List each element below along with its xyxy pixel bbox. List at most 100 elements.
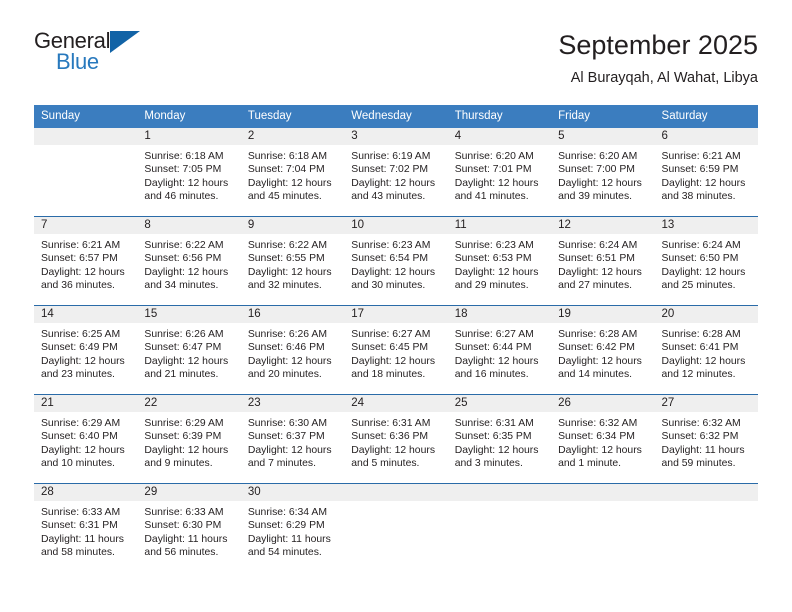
daylight-duration-line2: and 3 minutes. [454, 458, 523, 470]
calendar-day-cell[interactable]: 30 Sunrise: 6:34 AM Sunset: 6:29 PM Dayligh… [240, 483, 345, 572]
weekday-header-friday: Friday [551, 105, 655, 128]
calendar-table: Sunday Monday Tuesday Wednesday Thursday… [34, 105, 758, 572]
day-number [447, 484, 552, 501]
daylight-duration-line1: Daylight: 12 hours [41, 444, 125, 456]
day-number [344, 484, 448, 501]
sunset-time: Sunset: 6:32 PM [661, 431, 739, 443]
calendar-day-cell[interactable]: 28 Sunrise: 6:33 AM Sunset: 6:31 PM Dayligh… [34, 483, 138, 572]
daylight-duration-line2: and 12 minutes. [661, 369, 736, 381]
calendar-day-cell[interactable]: 10 Sunrise: 6:23 AM Sunset: 6:54 PM Dayligh… [344, 216, 448, 306]
general-blue-logo[interactable]: General Blue [34, 28, 154, 82]
calendar-day-cell[interactable]: 11 Sunrise: 6:23 AM Sunset: 6:53 PM Dayligh… [447, 216, 552, 306]
day-cell-content: 6 Sunrise: 6:21 AM Sunset: 6:59 PM Daylight… [654, 128, 758, 216]
sunrise-time: Sunrise: 6:20 AM [558, 151, 638, 162]
calendar-day-cell[interactable]: 25 Sunrise: 6:31 AM Sunset: 6:35 PM Dayligh… [447, 394, 552, 484]
calendar-day-cell[interactable]: 26 Sunrise: 6:32 AM Sunset: 6:34 PM Dayligh… [551, 394, 655, 484]
sunset-time: Sunset: 6:42 PM [558, 342, 635, 354]
daylight-duration-line1: Daylight: 12 hours [144, 355, 229, 367]
daylight-duration-line2: and 36 minutes. [41, 280, 115, 292]
day-cell-content: 11 Sunrise: 6:23 AM Sunset: 6:53 PM Dayligh… [447, 217, 552, 305]
sunset-time: Sunset: 6:49 PM [41, 342, 118, 354]
sunrise-time: Sunrise: 6:31 AM [454, 418, 534, 429]
calendar-day-cell[interactable]: 7 Sunrise: 6:21 AM Sunset: 6:57 PM Daylight… [34, 216, 138, 306]
calendar-day-cell[interactable]: 16 Sunrise: 6:26 AM Sunset: 6:46 PM Dayligh… [240, 305, 345, 395]
sunset-time: Sunset: 6:55 PM [247, 253, 325, 265]
calendar-day-cell[interactable]: 14 Sunrise: 6:25 AM Sunset: 6:49 PM Dayligh… [34, 305, 138, 395]
day-cell-content: 16 Sunrise: 6:26 AM Sunset: 6:46 PM Dayligh… [240, 306, 345, 394]
sunrise-time: Sunrise: 6:27 AM [351, 329, 431, 340]
calendar-day-cell[interactable]: 20 Sunrise: 6:28 AM Sunset: 6:41 PM Dayligh… [654, 305, 758, 395]
sunset-time: Sunset: 6:57 PM [41, 253, 118, 265]
day-number: 18 [447, 306, 552, 323]
day-number: 28 [34, 484, 138, 501]
daylight-duration-line2: and 59 minutes. [661, 458, 736, 470]
sunrise-time: Sunrise: 6:33 AM [41, 507, 121, 518]
calendar-day-cell[interactable]: 22 Sunrise: 6:29 AM Sunset: 6:39 PM Dayligh… [137, 394, 241, 484]
day-cell-content: 25 Sunrise: 6:31 AM Sunset: 6:35 PM Dayligh… [447, 395, 552, 483]
sunset-time: Sunset: 6:30 PM [144, 520, 222, 532]
day-cell-content: 24 Sunrise: 6:31 AM Sunset: 6:36 PM Dayligh… [344, 395, 448, 483]
sunrise-time: Sunrise: 6:23 AM [351, 240, 431, 251]
calendar-day-cell[interactable]: 9 Sunrise: 6:22 AM Sunset: 6:55 PM Daylight… [240, 216, 345, 306]
day-number: 17 [344, 306, 448, 323]
calendar-day-cell[interactable]: 3 Sunrise: 6:19 AM Sunset: 7:02 PM Daylight… [344, 128, 448, 217]
daylight-duration-line1: Daylight: 12 hours [558, 177, 642, 189]
day-sun-info: Sunrise: 6:28 AM Sunset: 6:42 PM Daylight:… [551, 323, 654, 382]
calendar-day-cell[interactable] [654, 483, 758, 572]
calendar-day-cell[interactable] [551, 483, 655, 572]
daylight-duration-line1: Daylight: 12 hours [247, 266, 332, 278]
daylight-duration-line2: and 1 minute. [558, 458, 622, 470]
sunset-time: Sunset: 6:56 PM [144, 253, 222, 265]
calendar-week-row: 21 Sunrise: 6:29 AM Sunset: 6:40 PM Dayligh… [34, 394, 758, 484]
daylight-duration-line2: and 39 minutes. [558, 191, 633, 203]
day-sun-info: Sunrise: 6:18 AM Sunset: 7:04 PM Daylight:… [241, 145, 344, 204]
daylight-duration-line1: Daylight: 12 hours [558, 444, 642, 456]
day-number: 1 [137, 128, 241, 145]
day-sun-info: Sunrise: 6:24 AM Sunset: 6:50 PM Daylight:… [655, 234, 758, 293]
day-cell-content: 27 Sunrise: 6:32 AM Sunset: 6:32 PM Dayligh… [654, 395, 758, 483]
day-number: 10 [344, 217, 448, 234]
calendar-day-cell[interactable]: 2 Sunrise: 6:18 AM Sunset: 7:04 PM Daylight… [240, 128, 345, 217]
calendar-day-cell[interactable] [447, 483, 552, 572]
daylight-duration-line2: and 14 minutes. [558, 369, 633, 381]
weekday-header-tuesday: Tuesday [240, 105, 345, 128]
calendar-day-cell[interactable]: 27 Sunrise: 6:32 AM Sunset: 6:32 PM Dayligh… [654, 394, 758, 484]
day-cell-content: 14 Sunrise: 6:25 AM Sunset: 6:49 PM Dayligh… [34, 306, 138, 394]
weekday-header-sunday: Sunday [34, 105, 138, 128]
calendar-day-cell[interactable]: 12 Sunrise: 6:24 AM Sunset: 6:51 PM Dayligh… [551, 216, 655, 306]
calendar-day-cell[interactable]: 6 Sunrise: 6:21 AM Sunset: 6:59 PM Daylight… [654, 128, 758, 217]
calendar-day-cell[interactable] [344, 483, 448, 572]
day-cell-content [447, 484, 552, 572]
calendar-day-cell[interactable]: 23 Sunrise: 6:30 AM Sunset: 6:37 PM Dayligh… [240, 394, 345, 484]
calendar-day-cell[interactable]: 5 Sunrise: 6:20 AM Sunset: 7:00 PM Daylight… [551, 128, 655, 217]
day-cell-content: 29 Sunrise: 6:33 AM Sunset: 6:30 PM Dayligh… [137, 484, 241, 572]
calendar-day-cell[interactable]: 15 Sunrise: 6:26 AM Sunset: 6:47 PM Dayligh… [137, 305, 241, 395]
day-number: 25 [447, 395, 552, 412]
sunset-time: Sunset: 6:47 PM [144, 342, 222, 354]
calendar-day-cell[interactable]: 4 Sunrise: 6:20 AM Sunset: 7:01 PM Daylight… [447, 128, 552, 217]
calendar-day-cell[interactable] [34, 128, 138, 217]
day-sun-info: Sunrise: 6:31 AM Sunset: 6:35 PM Daylight:… [448, 412, 551, 471]
day-number: 24 [344, 395, 448, 412]
calendar-day-cell[interactable]: 24 Sunrise: 6:31 AM Sunset: 6:36 PM Dayligh… [344, 394, 448, 484]
calendar-day-cell[interactable]: 21 Sunrise: 6:29 AM Sunset: 6:40 PM Dayligh… [34, 394, 138, 484]
calendar-day-cell[interactable]: 19 Sunrise: 6:28 AM Sunset: 6:42 PM Dayligh… [551, 305, 655, 395]
calendar-day-cell[interactable]: 18 Sunrise: 6:27 AM Sunset: 6:44 PM Dayligh… [447, 305, 552, 395]
calendar-day-cell[interactable]: 8 Sunrise: 6:22 AM Sunset: 6:56 PM Daylight… [137, 216, 241, 306]
daylight-duration-line2: and 23 minutes. [41, 369, 115, 381]
daylight-duration-line2: and 56 minutes. [144, 547, 219, 559]
calendar-day-cell[interactable]: 29 Sunrise: 6:33 AM Sunset: 6:30 PM Dayligh… [137, 483, 241, 572]
calendar-day-cell[interactable]: 17 Sunrise: 6:27 AM Sunset: 6:45 PM Dayligh… [344, 305, 448, 395]
day-number: 23 [240, 395, 345, 412]
sunrise-time: Sunrise: 6:27 AM [454, 329, 534, 340]
calendar-week-row: 7 Sunrise: 6:21 AM Sunset: 6:57 PM Daylight… [34, 216, 758, 306]
day-number: 29 [137, 484, 241, 501]
weekday-header-wednesday: Wednesday [344, 105, 448, 128]
day-number: 3 [344, 128, 448, 145]
calendar-day-cell[interactable]: 13 Sunrise: 6:24 AM Sunset: 6:50 PM Dayligh… [654, 216, 758, 306]
daylight-duration-line1: Daylight: 12 hours [351, 177, 436, 189]
sunrise-time: Sunrise: 6:28 AM [558, 329, 638, 340]
day-sun-info: Sunrise: 6:33 AM Sunset: 6:31 PM Daylight:… [34, 501, 137, 560]
sunset-time: Sunset: 7:02 PM [351, 164, 429, 176]
calendar-day-cell[interactable]: 1 Sunrise: 6:18 AM Sunset: 7:05 PM Daylight… [137, 128, 241, 217]
